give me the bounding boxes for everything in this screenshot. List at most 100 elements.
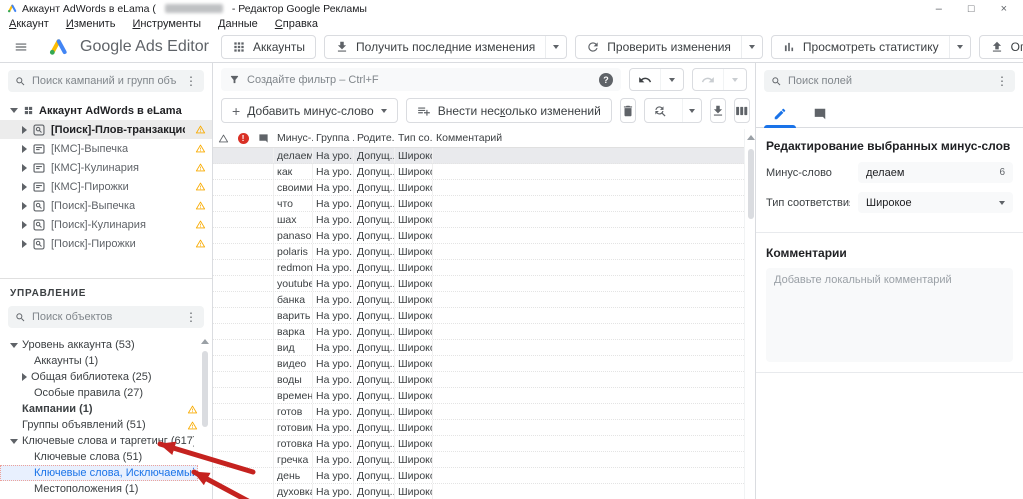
more-vert-icon[interactable]: ⋮ (182, 74, 200, 88)
campaign-item[interactable]: [Поиск]-Пирожки (0, 234, 212, 253)
negative-keyword-row[interactable]: гречкаНа уро...Допущ...Широкое (213, 452, 744, 468)
close-icon[interactable]: × (1001, 2, 1007, 16)
maximize-icon[interactable]: □ (968, 2, 975, 16)
negative-keyword-row[interactable]: водыНа уро...Допущ...Широкое (213, 372, 744, 388)
match-type-select[interactable]: Широкое (858, 192, 1013, 213)
negative-keyword-row[interactable]: youtubeНа уро...Допущ...Широкое (213, 276, 744, 292)
negative-keyword-row[interactable]: какНа уро...Допущ...Широкое (213, 164, 744, 180)
negative-keyword-row[interactable]: готовНа уро...Допущ...Широкое (213, 404, 744, 420)
campaign-item[interactable]: [КМС]-Выпечка (0, 139, 212, 158)
chart-toolbar-button[interactable]: Просмотреть статистику (770, 35, 971, 59)
campaign-item[interactable]: [КМС]-Кулинария (0, 158, 212, 177)
undo-button[interactable] (630, 69, 660, 90)
negative-keyword-row[interactable]: готовкаНа уро...Допущ...Широкое (213, 436, 744, 452)
minus-word-input[interactable]: делаем 6 (858, 162, 1013, 183)
campaign-item[interactable]: [Поиск]-Плов-транзакционные (0, 120, 212, 139)
menu-item[interactable]: Аккаунт (9, 18, 49, 30)
chevron-down-icon[interactable] (10, 342, 18, 348)
column-header-comment[interactable]: Комментарий (433, 129, 744, 147)
management-item[interactable]: Аккаунты (1) (0, 353, 198, 369)
add-negative-keyword-button[interactable]: + Добавить минус-слово (221, 98, 398, 123)
scroll-up-icon[interactable] (201, 339, 209, 344)
columns-button[interactable] (733, 98, 750, 123)
minimize-icon[interactable]: – (936, 2, 942, 16)
management-item[interactable]: Общая библиотека (25) (0, 369, 198, 385)
chevron-right-icon[interactable] (22, 201, 27, 210)
find-replace-button[interactable] (645, 99, 675, 122)
chevron-down-icon[interactable] (10, 438, 18, 444)
negative-keyword-row[interactable]: варкаНа уро...Допущ...Широкое (213, 324, 744, 340)
delete-button[interactable] (619, 98, 636, 123)
dropdown-button[interactable] (545, 36, 566, 58)
management-item[interactable]: Группы объявлений (51) (0, 417, 198, 433)
management-item[interactable]: Ключевые слова, Исключаемый критерий (0, 465, 198, 481)
column-header-parent[interactable]: Родите... (354, 129, 395, 147)
help-icon[interactable]: ? (599, 72, 613, 87)
campaign-search-input[interactable]: Поиск кампаний и групп объявлений ⋮ (8, 70, 204, 92)
menu-item[interactable]: Данные (218, 18, 258, 30)
chevron-right-icon[interactable] (22, 373, 27, 381)
negative-keyword-row[interactable]: чтоНа уро...Допущ...Широкое (213, 196, 744, 212)
warning-column-icon[interactable] (213, 129, 233, 147)
refresh-toolbar-button[interactable]: Проверить изменения (575, 35, 763, 59)
negative-keyword-row[interactable]: шахНа уро...Допущ...Широкое (213, 212, 744, 228)
negative-keyword-row[interactable]: духовкаНа уро...Допущ...Широкое (213, 484, 744, 499)
menu-item[interactable]: Изменить (66, 18, 116, 30)
dropdown-button[interactable] (740, 36, 762, 58)
object-search-input[interactable]: Поиск объектов ⋮ (8, 306, 204, 328)
negative-keyword-row[interactable]: времениНа уро...Допущ...Широкое (213, 388, 744, 404)
comment-textarea[interactable]: Добавьте локальный комментарий (766, 268, 1013, 362)
management-item[interactable]: Уровень аккаунта (53) (0, 337, 198, 353)
column-header-match-type[interactable]: Тип со... (395, 129, 433, 147)
chevron-right-icon[interactable] (22, 220, 27, 229)
error-column-icon[interactable]: ! (233, 129, 253, 147)
find-replace-dropdown-button[interactable] (681, 99, 701, 122)
upload-toolbar-button[interactable]: Опубликовать (978, 35, 1023, 59)
negative-keyword-row[interactable]: варитьНа уро...Допущ...Широкое (213, 308, 744, 324)
dropdown-button[interactable] (948, 36, 970, 58)
negative-keyword-row[interactable]: банкаНа уро...Допущ...Широкое (213, 292, 744, 308)
campaign-item[interactable]: [Поиск]-Выпечка (0, 196, 212, 215)
table-scrollbar[interactable] (744, 129, 755, 499)
management-item[interactable]: Кампании (1) (0, 401, 198, 417)
negative-keyword-row[interactable]: готовимНа уро...Допущ...Широкое (213, 420, 744, 436)
chevron-right-icon[interactable] (22, 144, 27, 153)
comment-column-icon[interactable] (253, 129, 274, 147)
filter-input[interactable]: Создайте фильтр – Ctrl+F ? (221, 68, 621, 91)
chevron-right-icon[interactable] (22, 125, 27, 134)
column-header-negative[interactable]: Минус-... (274, 129, 313, 147)
undo-dropdown-button[interactable] (660, 69, 683, 90)
scroll-up-icon[interactable] (747, 135, 755, 140)
account-root-item[interactable]: Аккаунт AdWords в eLama (0, 101, 212, 120)
grid-toolbar-button[interactable]: Аккаунты (220, 35, 317, 59)
scrollbar-thumb[interactable] (202, 351, 208, 427)
column-header-group[interactable]: Группа ... (313, 129, 354, 147)
campaign-item[interactable]: [КМС]-Пирожки (0, 177, 212, 196)
more-vert-icon[interactable]: ⋮ (182, 310, 200, 324)
menu-item[interactable]: Справка (275, 18, 318, 30)
management-item[interactable]: Местоположения (1) (0, 481, 198, 497)
management-item[interactable]: Ключевые слова и таргетинг (617) (0, 433, 198, 449)
scrollbar-thumb[interactable] (747, 149, 754, 219)
chevron-right-icon[interactable] (22, 182, 27, 191)
negative-keyword-row[interactable]: видНа уро...Допущ...Широкое (213, 340, 744, 356)
tab-comments[interactable] (800, 101, 840, 127)
campaign-item[interactable]: [Поиск]-Кулинария (0, 215, 212, 234)
chevron-down-icon[interactable] (10, 108, 18, 113)
more-vert-icon[interactable]: ⋮ (993, 74, 1011, 88)
bulk-edit-button[interactable]: Внести несколько изменений (405, 98, 612, 123)
negative-keyword-row[interactable]: видеоНа уро...Допущ...Широкое (213, 356, 744, 372)
menu-item[interactable]: Инструменты (132, 18, 201, 30)
management-item[interactable]: Ключевые слова (51) (0, 449, 198, 465)
hamburger-menu-icon[interactable] (8, 40, 34, 54)
negative-keyword-row[interactable]: делаемНа уро...Допущ...Широкое (213, 148, 744, 164)
redo-button[interactable] (693, 69, 723, 90)
field-search-input[interactable]: Поиск полей ⋮ (764, 70, 1015, 92)
negative-keyword-row[interactable]: своимиНа уро...Допущ...Широкое (213, 180, 744, 196)
redo-dropdown-button[interactable] (723, 69, 746, 90)
management-scrollbar[interactable] (200, 337, 210, 497)
management-item[interactable]: Особые правила (27) (0, 385, 198, 401)
negative-keyword-row[interactable]: panaso...На уро...Допущ...Широкое (213, 228, 744, 244)
chevron-right-icon[interactable] (22, 239, 27, 248)
negative-keyword-row[interactable]: деньНа уро...Допущ...Широкое (213, 468, 744, 484)
